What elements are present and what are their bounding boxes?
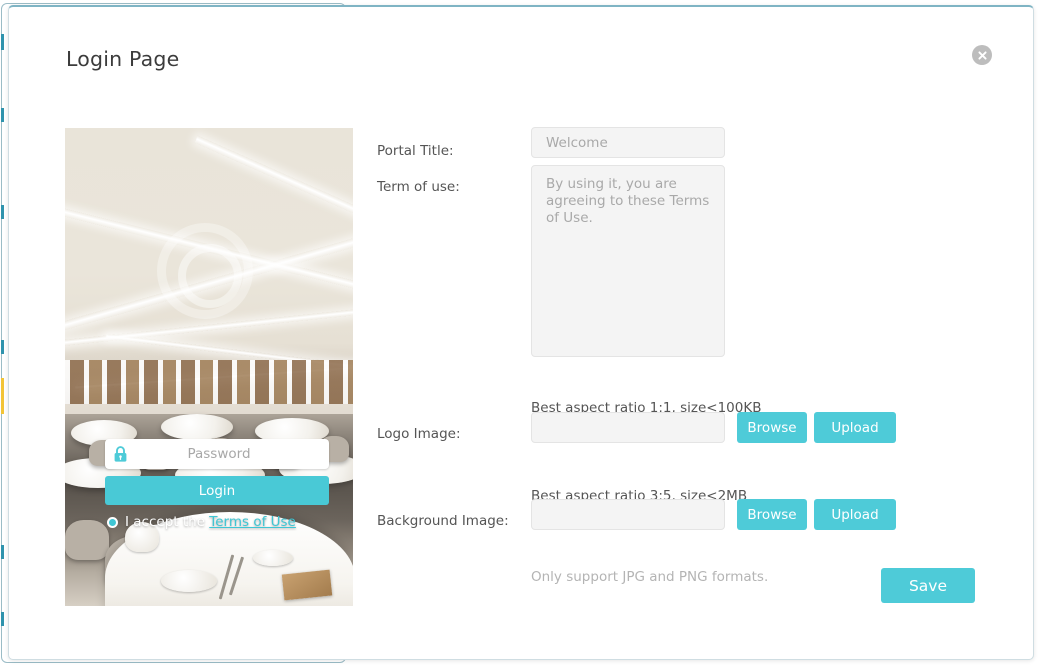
background-tick [1, 108, 4, 122]
page-title: Login Page [66, 47, 180, 71]
lock-icon [105, 445, 135, 463]
background-tick [1, 612, 4, 626]
dining-table [161, 414, 233, 440]
background-tick [1, 34, 4, 50]
background-browse-button[interactable]: Browse [737, 499, 807, 530]
accept-terms-label: I accept the Terms of Use [125, 514, 296, 530]
logo-browse-button[interactable]: Browse [737, 412, 807, 443]
logo-image-label: Logo Image: [377, 426, 461, 442]
background-tick [1, 545, 4, 559]
logo-upload-button[interactable]: Upload [814, 412, 896, 443]
term-of-use-label: Term of use: [377, 179, 460, 195]
preview-login-form: Password Login I accept the Terms of Use [105, 439, 329, 530]
accept-terms-prefix: I accept the [125, 514, 210, 530]
portal-title-input[interactable] [531, 127, 725, 158]
format-note: Only support JPG and PNG formats. [531, 569, 769, 585]
terms-of-use-link[interactable]: Terms of Use [209, 514, 296, 530]
plate [253, 550, 293, 566]
preview-password-placeholder: Password [187, 446, 251, 462]
table-card [281, 569, 333, 601]
brand-watermark-icon [157, 223, 253, 319]
background-tick [1, 340, 4, 354]
dining-chair [65, 520, 109, 560]
term-of-use-textarea[interactable] [531, 165, 725, 357]
page-root: Login Page Password Login I accept the T… [0, 0, 1041, 668]
logo-image-input[interactable] [531, 412, 725, 443]
background-image-label: Background Image: [377, 513, 509, 529]
bookshelf-band [65, 360, 353, 404]
background-upload-button[interactable]: Upload [814, 499, 896, 530]
preview-accept-terms-row: I accept the Terms of Use [105, 514, 329, 530]
preview-login-button[interactable]: Login [105, 476, 329, 505]
background-tick [1, 205, 4, 219]
bookshelf-ledge [65, 404, 353, 414]
background-image-input[interactable] [531, 499, 725, 530]
login-page-preview: Password Login I accept the Terms of Use [65, 128, 353, 606]
preview-password-field[interactable]: Password [105, 439, 329, 469]
close-icon[interactable] [972, 45, 992, 65]
plate [161, 570, 217, 592]
portal-title-label: Portal Title: [377, 143, 454, 159]
save-button[interactable]: Save [881, 568, 975, 603]
accept-terms-radio[interactable] [107, 516, 118, 528]
background-tick-accent [1, 378, 4, 414]
login-page-dialog: Login Page Password Login I accept the T… [8, 5, 1034, 660]
